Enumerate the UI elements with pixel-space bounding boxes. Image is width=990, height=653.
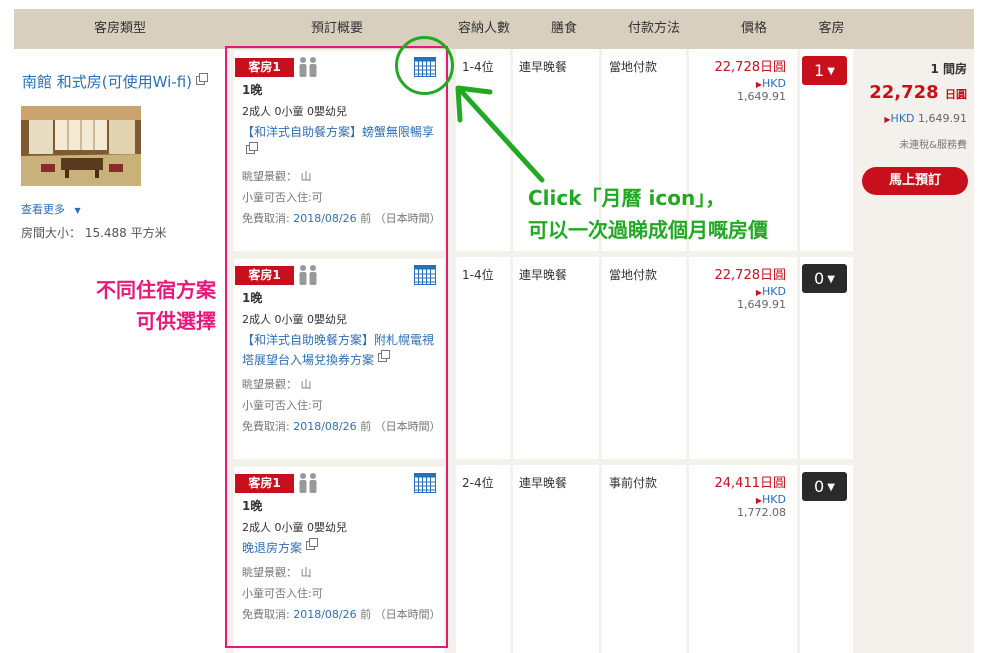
quantity-value[interactable]: 0 [814,477,824,496]
hkd-currency: HKD [762,77,786,90]
payment: 事前付款 [609,476,658,490]
price: 24,411日圓 ▶HKD 1,772.08 [704,472,787,519]
hkd-currency: HKD [762,285,786,298]
see-more-link[interactable]: 查看更多 ▼ [21,201,81,217]
price-hkd: 1,649.91 [737,90,786,103]
price-jpy: 22,728日圓 [714,268,787,283]
capacity-cell-bg [456,465,510,653]
calendar-annotation: Click「月曆 icon」， 可以一次過睇成個月嘅房價 [528,182,768,246]
arrow-icon [455,85,545,183]
meal-cell-bg [513,257,599,459]
payment: 當地付款 [609,60,658,74]
payment-cell-bg [602,465,686,653]
payment: 當地付款 [609,268,658,282]
header-price: 價格 [740,21,767,36]
room-name[interactable]: 南館 和式房(可使用Wi-fi) [22,73,192,91]
calendar-annotation-line1: Click「月曆 icon」， [528,186,726,210]
book-now-button[interactable]: 馬上預訂 [862,167,968,195]
price-jpy: 24,411日圓 [714,476,787,491]
room-quantity-select[interactable]: 0 ▼ [802,472,847,501]
room-photo[interactable] [21,106,141,186]
room-quantity-select[interactable]: 0 ▼ [802,264,847,293]
header-meal: 膳食 [550,21,577,36]
chevron-down-icon[interactable]: ▼ [827,66,835,77]
capacity-cell-bg [456,257,510,459]
chevron-down-icon[interactable]: ▼ [827,274,835,285]
meal: 連早晚餐 [519,268,568,282]
capacity: 1-4位 [462,60,494,74]
price: 22,728日圓 ▶HKD 1,649.91 [704,56,787,103]
table-header: 客房類型 預訂概要 容納人數 膳食 付款方法 價格 客房 [14,9,974,49]
external-link-icon[interactable] [196,73,209,85]
capacity: 1-4位 [462,268,494,282]
quantity-value[interactable]: 1 [814,61,824,80]
plans-annotation-line1: 不同住宿方案 [96,278,216,302]
capacity: 2-4位 [462,476,494,490]
total-hkd: 1,649.91 [918,112,967,125]
price: 22,728日圓 ▶HKD 1,649.91 [704,264,787,311]
header-rooms: 客房 [818,21,845,36]
plans-annotation-line2: 可供選擇 [136,309,216,333]
total-hkd-line: ▶HKD 1,649.91 [855,112,967,125]
total-rooms: 1 間房 [930,62,967,76]
meal: 連早晚餐 [519,60,568,74]
plans-highlight-box [225,46,448,648]
chevron-down-icon[interactable]: ▼ [75,206,81,215]
header-room-type: 客房類型 [93,21,146,36]
hkd-currency: HKD [762,493,786,506]
room-size: 房間大小： 15.488 平方米 [21,226,167,240]
header-capacity: 容納人數 [457,21,510,36]
meal: 連早晚餐 [519,476,568,490]
payment-cell-bg [602,257,686,459]
calendar-highlight-circle [395,36,454,95]
total-price: 22,728 日圓 [855,82,967,103]
price-jpy: 22,728日圓 [714,60,787,75]
chevron-down-icon[interactable]: ▼ [827,482,835,493]
quantity-value[interactable]: 0 [814,269,824,288]
hkd-currency: HKD [890,112,915,125]
price-hkd: 1,772.08 [737,506,786,519]
header-payment: 付款方法 [627,21,680,36]
room-quantity-select[interactable]: 1 ▼ [802,56,847,85]
tax-note: 未連稅&服務費 [899,140,967,151]
plans-annotation: 不同住宿方案 可供選擇 [40,275,216,337]
see-more-label[interactable]: 查看更多 [21,203,65,216]
meal-cell-bg [513,465,599,653]
total-jpy: 22,728 [869,82,939,103]
total-unit: 日圓 [945,88,967,101]
room-name-link[interactable]: 南館 和式房(可使用Wi-fi) [22,71,209,92]
price-hkd: 1,649.91 [737,298,786,311]
calendar-annotation-line2: 可以一次過睇成個月嘅房價 [528,218,768,242]
